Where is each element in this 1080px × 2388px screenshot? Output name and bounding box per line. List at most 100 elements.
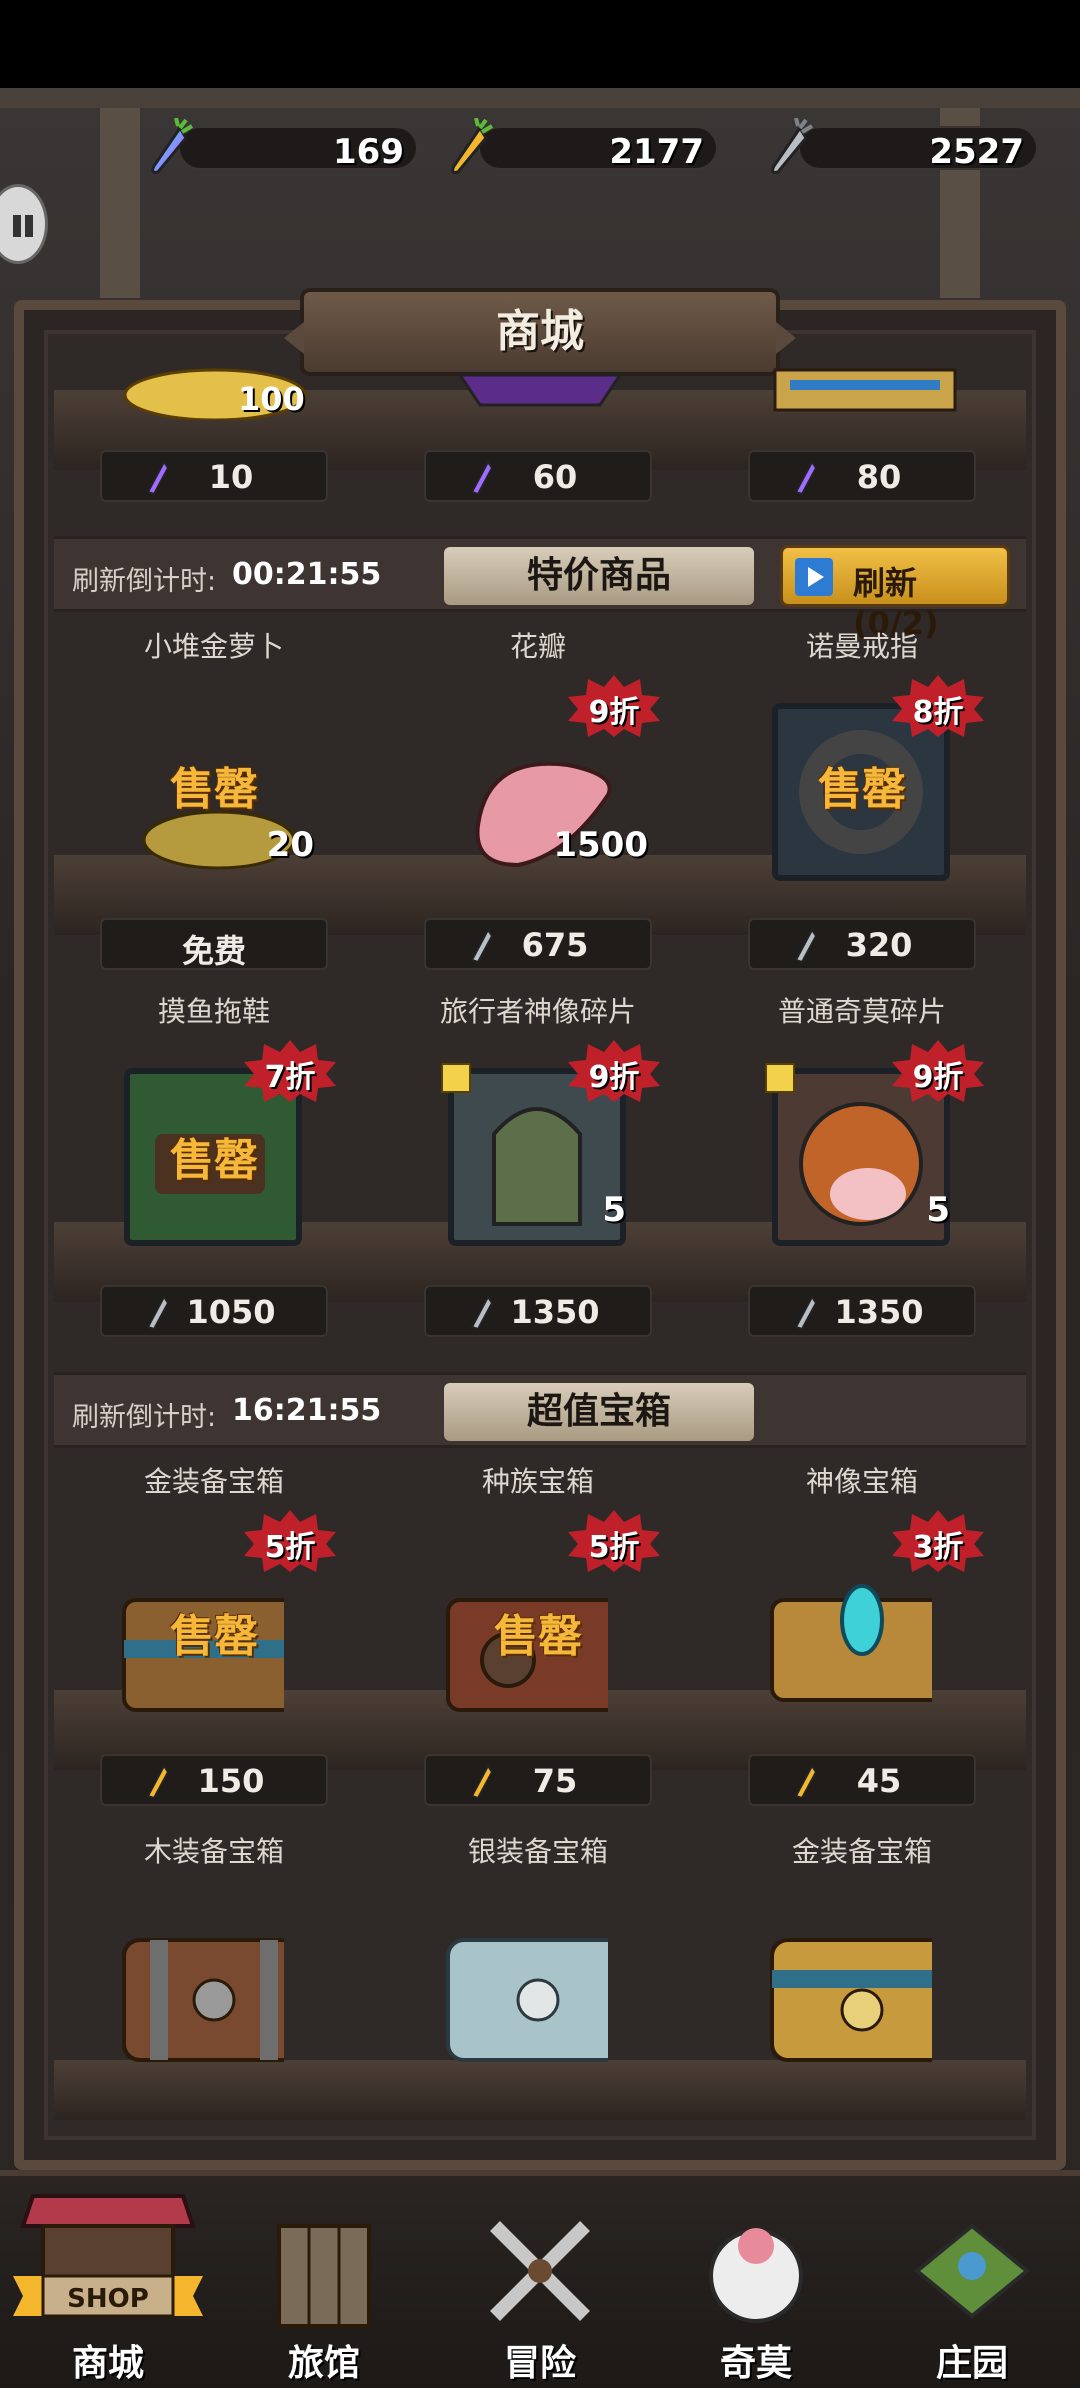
price-label: 1350 <box>834 1293 924 1331</box>
statue-chest-icon <box>770 1584 932 1702</box>
discount-badge: 7折 <box>244 1040 336 1102</box>
shop-item[interactable]: 小堆金萝卜 售罄 20 <box>64 625 364 925</box>
item-name: 银装备宝箱 <box>467 1835 608 1868</box>
tab-adventure[interactable]: 冒险 <box>432 2176 648 2388</box>
shop-item[interactable]: 木装备宝箱 <box>64 1830 364 2130</box>
price-label: 免费 <box>181 932 246 970</box>
item-name: 种族宝箱 <box>481 1465 594 1498</box>
discount-badge: 3折 <box>892 1510 984 1572</box>
sold-out-label: 售罄 <box>170 764 258 815</box>
currency-pill: 2177 <box>478 126 718 172</box>
item-count: 5 <box>926 1190 950 1230</box>
price-button[interactable]: 1050 <box>100 1285 328 1337</box>
price-button[interactable]: 10 <box>100 450 328 502</box>
section-title: 特价商品 <box>526 555 671 596</box>
rainbow-carrot-icon <box>151 118 194 174</box>
sold-out-label: 售罄 <box>494 1611 582 1662</box>
price-button[interactable]: 1350 <box>424 1285 652 1337</box>
shop-item[interactable]: 旅行者神像碎片 9折 5 <box>388 990 688 1290</box>
item-count: 20 <box>266 825 314 865</box>
item-name: 诺曼戒指 <box>805 630 918 663</box>
shop-sign-text: SHOP <box>67 2284 149 2314</box>
refresh-timer: 16:21:55 <box>232 1393 382 1428</box>
tab-inn[interactable]: 旅馆 <box>216 2176 432 2388</box>
price-button[interactable]: 150 <box>100 1754 328 1806</box>
gold-chest-icon <box>770 1938 932 2062</box>
puzzle-piece-icon <box>765 1063 795 1093</box>
item-count: 5 <box>602 1190 626 1230</box>
tab-shop[interactable]: SHOP 商城 <box>0 2176 216 2388</box>
refresh-button[interactable]: 刷新 (0/2) <box>780 545 1010 642</box>
price-button[interactable]: 80 <box>748 450 976 502</box>
timer-label: 刷新倒计时: <box>72 566 217 597</box>
price-button[interactable]: 60 <box>424 450 652 502</box>
currency-pill: 2527 <box>798 126 1038 172</box>
item-name: 摸鱼拖鞋 <box>157 995 270 1028</box>
rainbow-carrot-count: 169 <box>333 132 404 172</box>
status-bar <box>0 0 1080 88</box>
item-name: 旅行者神像碎片 <box>439 995 636 1028</box>
tab-qimo[interactable]: 奇莫 <box>648 2176 864 2388</box>
currency-rainbow: 169 <box>140 118 420 174</box>
puzzle-piece-icon <box>441 1063 471 1093</box>
discount-label: 9折 <box>588 1060 640 1095</box>
shop-item[interactable]: 普通奇莫碎片 9折 5 <box>712 990 1012 1290</box>
gold-carrot-icon <box>451 118 494 174</box>
price-button[interactable]: 75 <box>424 1754 652 1806</box>
discount-label: 5折 <box>264 1530 316 1565</box>
item-name: 小堆金萝卜 <box>143 630 284 663</box>
discount-badge: 5折 <box>568 1510 660 1572</box>
price-button[interactable]: 675 <box>424 918 652 970</box>
price-label: 60 <box>532 458 578 496</box>
inn-gate-icon <box>277 2224 371 2328</box>
refresh-timer: 00:21:55 <box>232 557 382 592</box>
discount-badge: 9折 <box>568 675 660 737</box>
manor-island-icon <box>913 2223 1031 2319</box>
price-label: 80 <box>856 458 902 496</box>
section-title: 超值宝箱 <box>526 1391 671 1432</box>
item-name: 金装备宝箱 <box>791 1835 932 1868</box>
discount-badge: 9折 <box>568 1040 660 1102</box>
shop-item[interactable]: 诺曼戒指 8折 售罄 <box>712 625 1012 925</box>
item-name: 金装备宝箱 <box>143 1465 284 1498</box>
crossed-swords-icon <box>490 2221 590 2321</box>
price-label: 45 <box>856 1762 902 1800</box>
price-label: 1050 <box>186 1293 276 1331</box>
currency-gold: 2177 <box>440 118 720 174</box>
currency-pill: 169 <box>178 126 418 172</box>
tab-label: 庄园 <box>935 2343 1008 2384</box>
price-label: 320 <box>845 926 913 964</box>
qimo-creature-icon <box>709 2228 803 2323</box>
item-name: 花瓣 <box>509 630 566 663</box>
special-section-header: 刷新倒计时: 00:21:55 特价商品 刷新 (0/2) <box>54 536 1026 642</box>
sold-out-label: 售罄 <box>818 764 906 815</box>
tab-label: 商城 <box>71 2343 144 2384</box>
price-button[interactable]: 45 <box>748 1754 976 1806</box>
shop-item[interactable]: 种族宝箱 5折 售罄 <box>388 1460 688 1760</box>
chest-section-header: 刷新倒计时: 16:21:55 超值宝箱 <box>54 1372 1026 1448</box>
shop-item[interactable]: 神像宝箱 3折 <box>712 1460 1012 1760</box>
discount-badge: 5折 <box>244 1510 336 1572</box>
shop-item[interactable]: 金装备宝箱 5折 售罄 <box>64 1460 364 1760</box>
shop-item[interactable]: 摸鱼拖鞋 7折 售罄 <box>64 990 364 1290</box>
wood-chest-icon <box>122 1938 284 2062</box>
discount-badge: 9折 <box>892 1040 984 1102</box>
price-label: 150 <box>197 1762 265 1800</box>
shop-item[interactable]: 花瓣 9折 1500 <box>388 625 688 925</box>
price-button[interactable]: 1350 <box>748 1285 976 1337</box>
price-button[interactable]: 免费 <box>100 918 328 970</box>
price-label: 675 <box>521 926 589 964</box>
shop-item[interactable]: 银装备宝箱 <box>388 1830 688 2130</box>
timer-label: 刷新倒计时: <box>72 1402 217 1433</box>
discount-label: 9折 <box>912 1060 964 1095</box>
price-label: 1350 <box>510 1293 600 1331</box>
price-button[interactable]: 320 <box>748 918 976 970</box>
discount-label: 7折 <box>264 1060 316 1095</box>
bottom-tab-bar: SHOP 商城 旅馆 冒险 奇莫 庄园 <box>0 2170 1080 2388</box>
price-label: 75 <box>532 1762 578 1800</box>
item-name: 木装备宝箱 <box>143 1835 284 1868</box>
shop-stall-icon: SHOP <box>13 2194 203 2318</box>
shop-item[interactable]: 金装备宝箱 <box>712 1830 1012 2130</box>
tab-manor[interactable]: 庄园 <box>864 2176 1080 2388</box>
blue-chest-icon <box>773 368 957 412</box>
